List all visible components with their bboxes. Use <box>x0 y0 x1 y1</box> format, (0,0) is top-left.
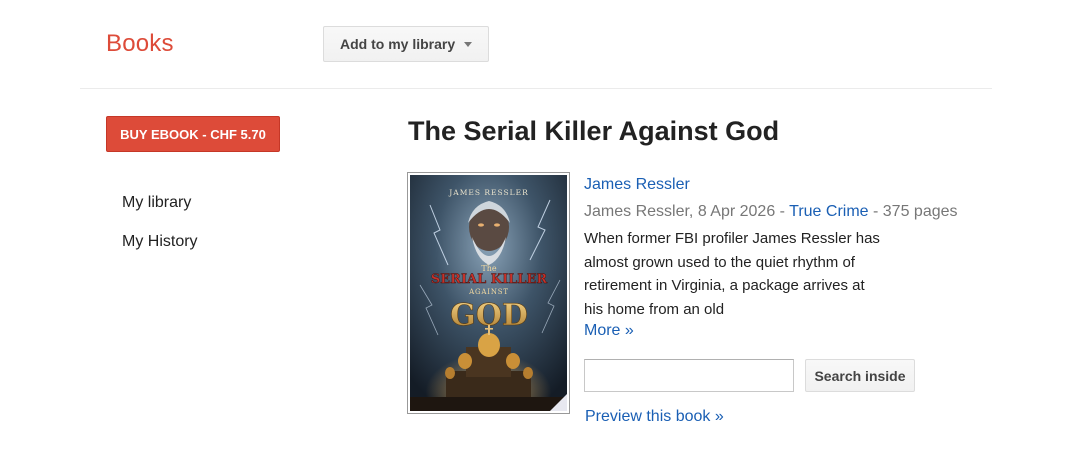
book-title: The Serial Killer Against God <box>408 116 780 146</box>
add-to-library-label: Add to my library <box>340 36 456 52</box>
preview-book-link[interactable]: Preview this book » <box>585 408 724 426</box>
header-divider <box>80 88 992 89</box>
book-info: James Ressler James Ressler, 8 Apr 2026 … <box>584 174 984 341</box>
cover-title-line3: AGAINST <box>468 288 509 296</box>
chevron-down-icon <box>464 42 473 47</box>
meta-author-date: James Ressler, 8 Apr 2026 - <box>584 203 790 220</box>
add-to-library-button[interactable]: Add to my library <box>323 26 489 62</box>
buy-ebook-button[interactable]: BUY EBOOK - CHF 5.70 <box>106 116 280 152</box>
cover-title-line2: SERIAL KILLER <box>431 272 548 287</box>
sidebar-item-my-history[interactable]: My History <box>122 233 198 272</box>
sidebar-item-my-library[interactable]: My library <box>122 194 198 233</box>
book-description: When former FBI profiler James Ressler h… <box>584 230 880 318</box>
book-meta: James Ressler, 8 Apr 2026 - True Crime -… <box>584 201 984 223</box>
sidebar-nav: My library My History <box>122 194 198 272</box>
book-cover-image: JAMES RESSLER The SERIAL KILLER AGAINST … <box>410 175 567 411</box>
books-logo[interactable]: Books <box>106 30 174 58</box>
author-link[interactable]: James Ressler <box>584 174 984 196</box>
book-cover[interactable]: JAMES RESSLER The SERIAL KILLER AGAINST … <box>407 172 570 414</box>
cover-author-text: JAMES RESSLER <box>448 188 528 197</box>
book-page: Books Add to my library BUY EBOOK - CHF … <box>0 0 1080 463</box>
genre-link[interactable]: True Crime <box>789 203 868 220</box>
search-inside-input[interactable] <box>584 359 794 392</box>
search-inside-button[interactable]: Search inside <box>805 359 915 392</box>
search-inside-form: Search inside <box>584 359 915 392</box>
page-count: - 375 pages <box>868 203 958 220</box>
more-link[interactable]: More » <box>584 321 984 341</box>
